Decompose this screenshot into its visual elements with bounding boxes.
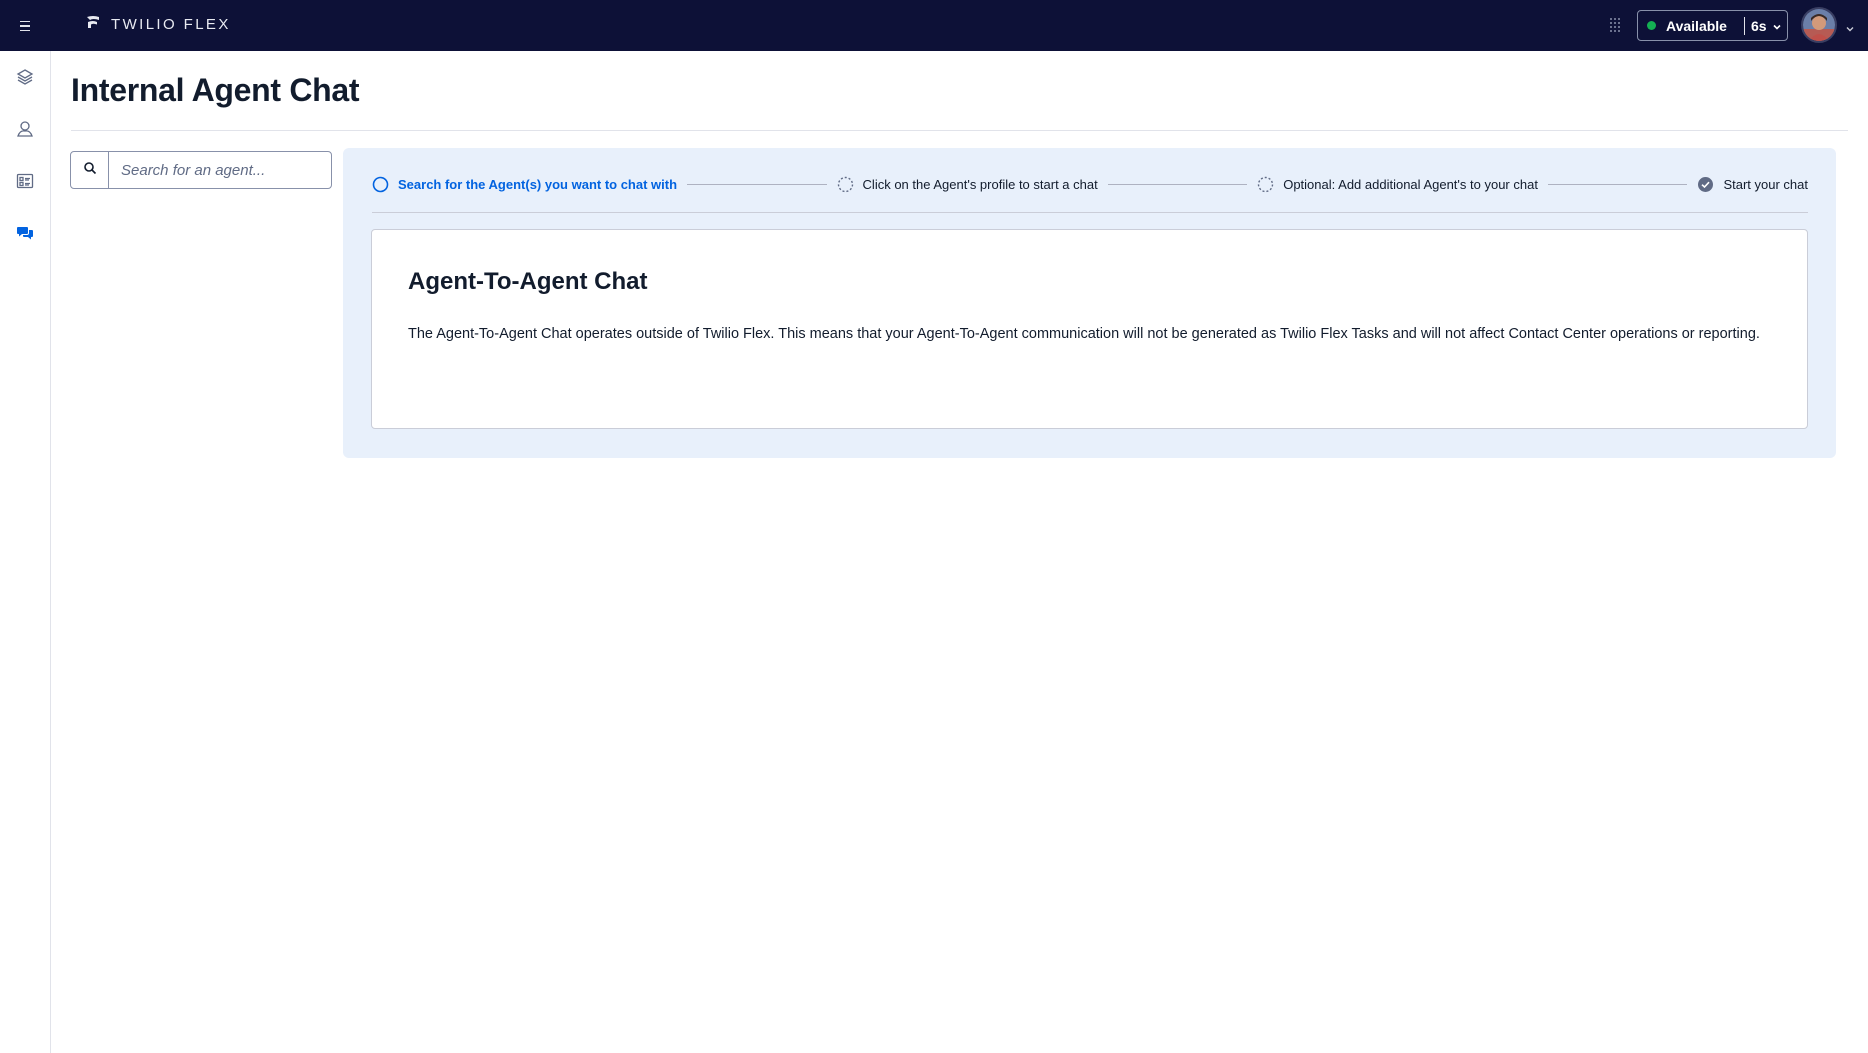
chat-instructions-panel: Search for the Agent(s) you want to chat… [343, 148, 1836, 458]
side-navigation-rail [0, 51, 51, 1053]
status-duration: 6s [1750, 17, 1767, 34]
step-connector [1547, 183, 1688, 185]
step-label: Optional: Add additional Agent's to your… [1283, 176, 1538, 192]
step-complete-check-icon [1697, 176, 1714, 193]
chevron-down-icon[interactable] [1845, 21, 1855, 39]
step-connector [687, 183, 827, 185]
page-title: Internal Agent Chat [71, 72, 360, 108]
step-start-chat: Start your chat [1697, 176, 1808, 193]
step-add-agents: Optional: Add additional Agent's to your… [1257, 176, 1538, 193]
nav-chat-bubbles-icon[interactable] [13, 221, 37, 245]
status-label: Available [1666, 17, 1727, 34]
agent-search-box [70, 151, 332, 189]
top-navigation-bar: TWILIO FLEX Available 6s [0, 0, 1868, 51]
status-indicator-dot [1647, 21, 1656, 30]
step-label: Click on the Agent's profile to start a … [862, 176, 1098, 192]
activity-status-selector[interactable]: Available 6s [1637, 10, 1788, 41]
card-title: Agent-To-Agent Chat [408, 268, 648, 295]
step-label: Search for the Agent(s) you want to chat… [398, 176, 678, 192]
info-card: Agent-To-Agent Chat The Agent-To-Agent C… [371, 229, 1808, 429]
step-connector [1107, 183, 1248, 185]
step-current-circle-icon [372, 176, 389, 193]
nav-contacts-icon[interactable] [13, 117, 37, 141]
hamburger-icon[interactable] [14, 15, 36, 37]
search-button[interactable] [71, 152, 109, 188]
nav-layers-icon[interactable] [13, 65, 37, 89]
nav-teams-icon[interactable] [13, 169, 37, 193]
dot-grid-icon[interactable] [1606, 16, 1624, 34]
brand: TWILIO FLEX [85, 14, 231, 35]
card-body-text: The Agent-To-Agent Chat operates outside… [408, 326, 1760, 342]
step-label: Start your chat [1723, 176, 1808, 192]
user-avatar[interactable] [1801, 7, 1837, 43]
title-divider [71, 130, 1848, 131]
agent-search-input[interactable] [109, 152, 331, 188]
step-click-profile: Click on the Agent's profile to start a … [837, 176, 1098, 193]
step-pending-dashed-circle-icon [837, 176, 854, 193]
search-icon [83, 161, 97, 180]
step-pending-dashed-circle-icon [1257, 176, 1274, 193]
brand-name: TWILIO FLEX [111, 16, 231, 33]
steps-divider [372, 212, 1808, 213]
progress-steps: Search for the Agent(s) you want to chat… [372, 170, 1808, 198]
twilio-logo-icon [85, 14, 101, 35]
status-divider [1743, 16, 1745, 35]
step-search-agents: Search for the Agent(s) you want to chat… [372, 176, 677, 193]
chevron-down-icon [1772, 19, 1782, 35]
